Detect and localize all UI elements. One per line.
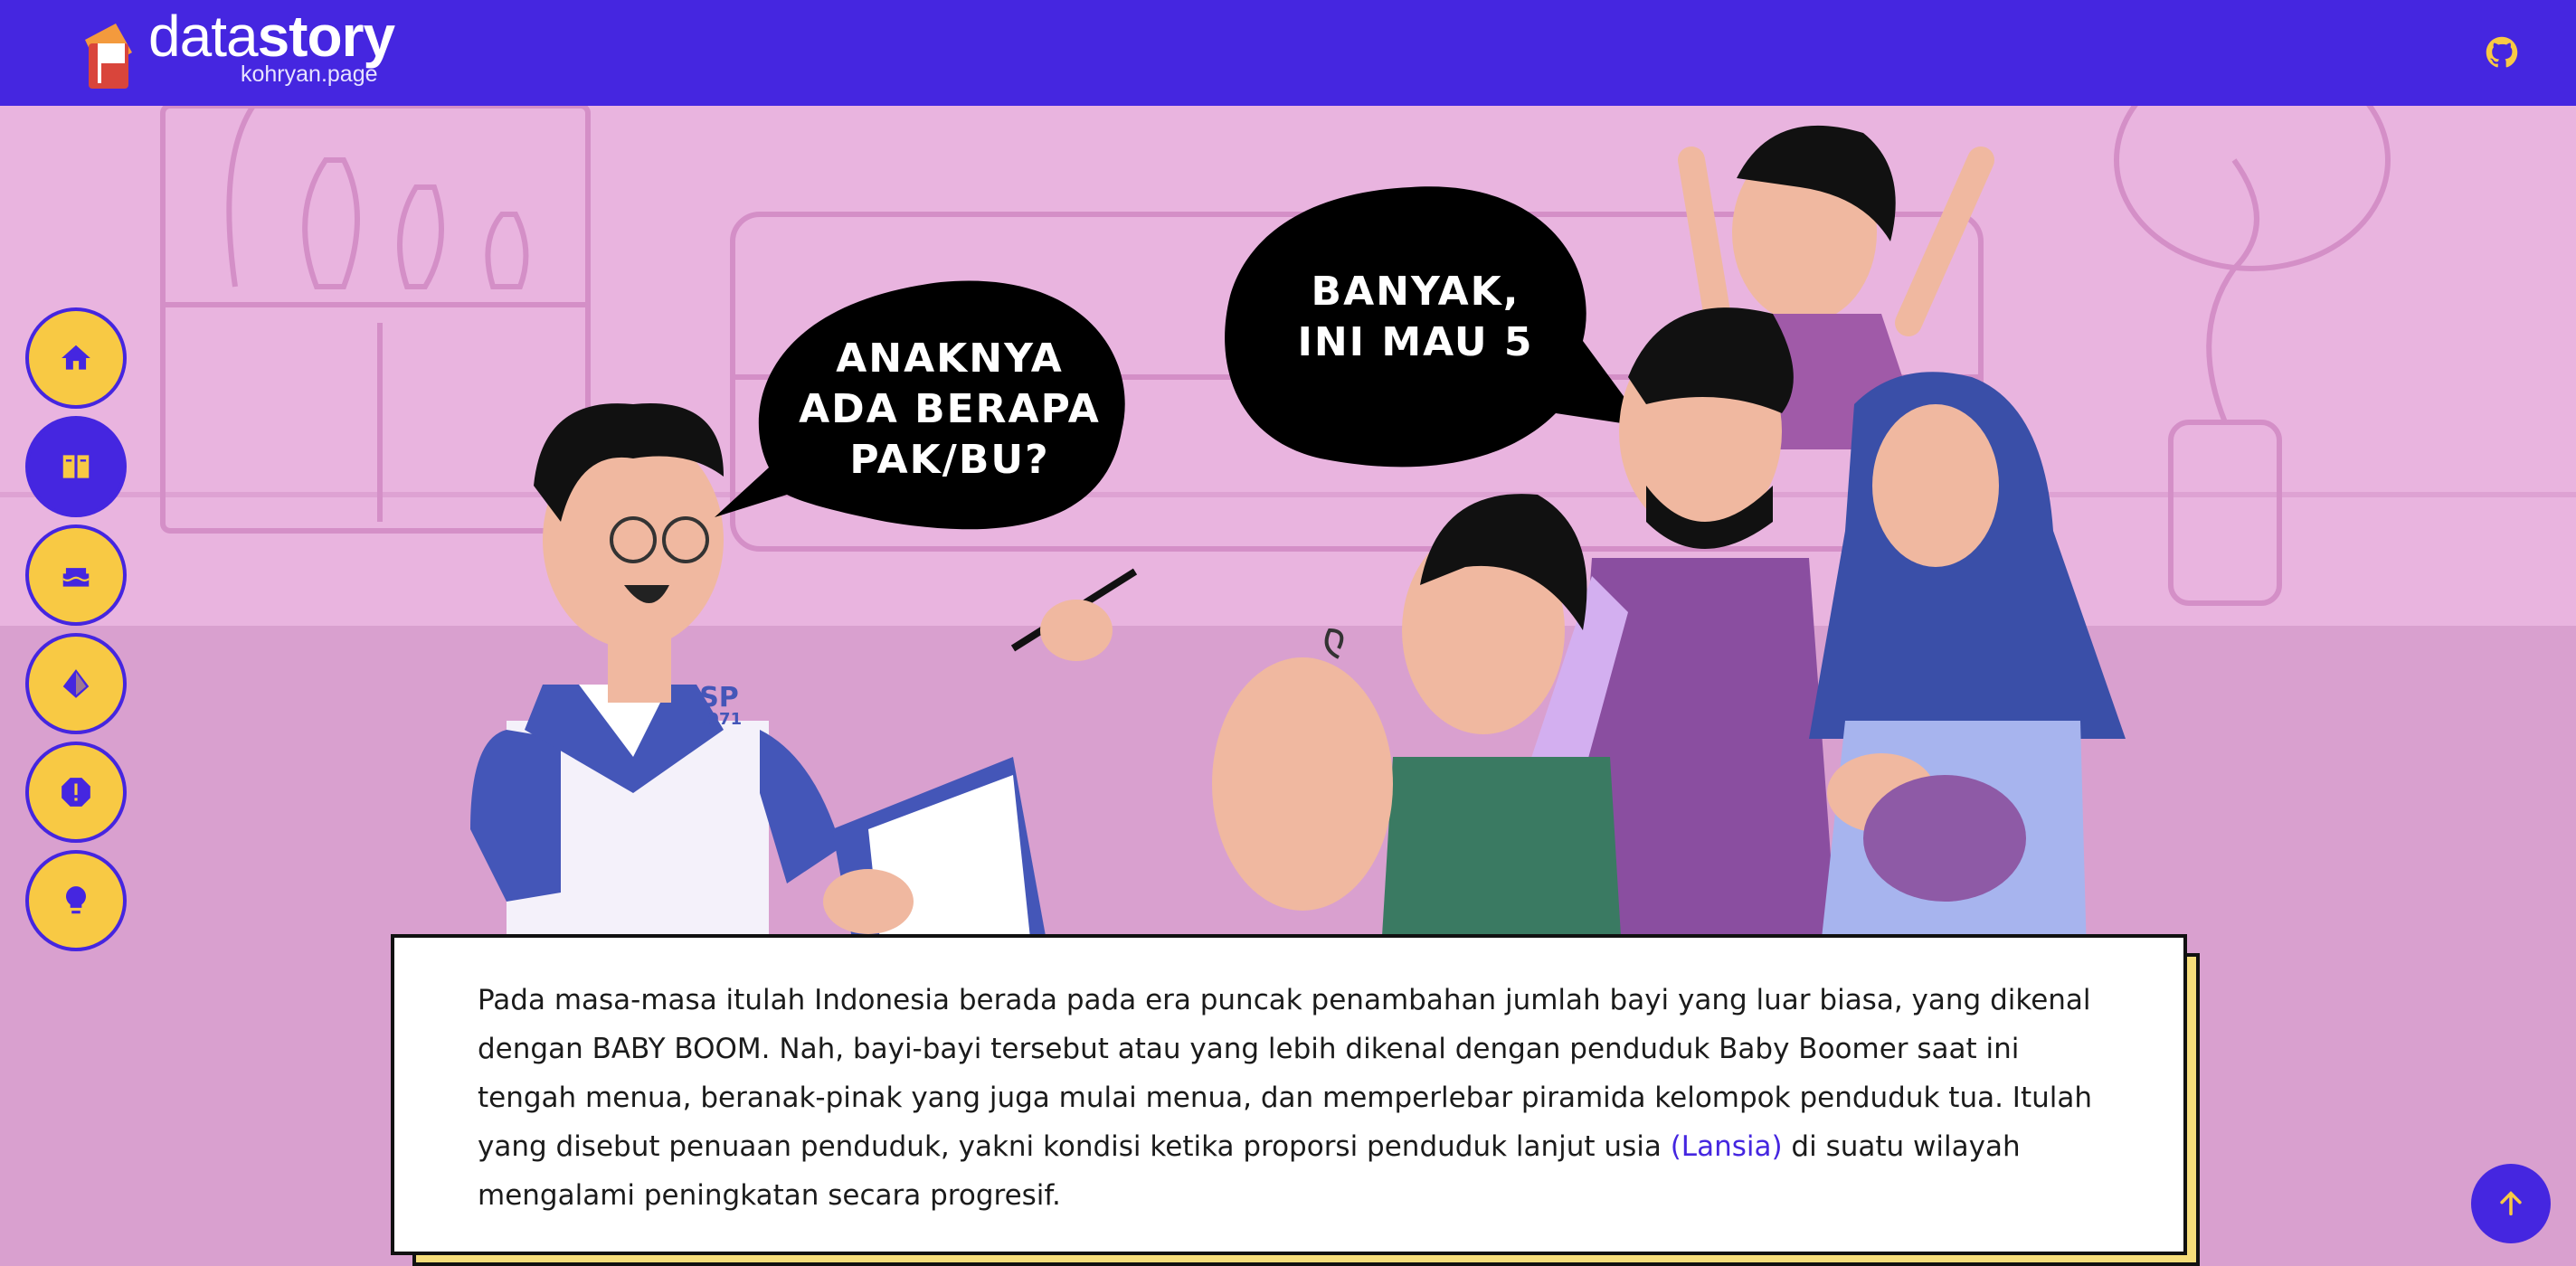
speech-bubble-right-text: BANYAK, INI MAU 5 — [1297, 269, 1534, 365]
scroll-top-button[interactable] — [2471, 1164, 2551, 1243]
alert-icon — [62, 778, 90, 807]
top-header: datastory kohryan.page — [0, 0, 2576, 106]
arrow-up-icon — [2500, 1191, 2522, 1216]
lightbulb-icon — [66, 886, 86, 914]
nav-insight-button[interactable] — [25, 850, 127, 951]
github-icon[interactable] — [2486, 36, 2518, 69]
shirt-label: SP 1971 — [696, 682, 743, 729]
nav-story-button[interactable] — [25, 416, 127, 517]
pyramid-icon — [62, 669, 90, 698]
home-icon — [62, 345, 90, 370]
nav-alert-button[interactable] — [25, 742, 127, 843]
story-text-card: Pada masa-masa itulah Indonesia berada p… — [391, 934, 2187, 1255]
cake-icon — [62, 568, 90, 587]
logo-icon — [85, 24, 132, 89]
nav-pyramid-button[interactable] — [25, 633, 127, 734]
book-icon — [62, 455, 90, 478]
nav-home-button[interactable] — [25, 307, 127, 409]
nav-birth-button[interactable] — [25, 524, 127, 626]
brand-name: datastory — [148, 4, 395, 69]
brand-tagline: kohryan.page — [241, 61, 378, 87]
site-logo[interactable]: datastory kohryan.page — [80, 7, 441, 101]
speech-bubble-left-text: ANAKNYA ADA BERAPA PAK/BU? — [799, 335, 1101, 483]
story-paragraph: Pada masa-masa itulah Indonesia berada p… — [478, 984, 2093, 1212]
lansia-highlight[interactable]: (Lansia) — [1671, 1130, 1783, 1163]
